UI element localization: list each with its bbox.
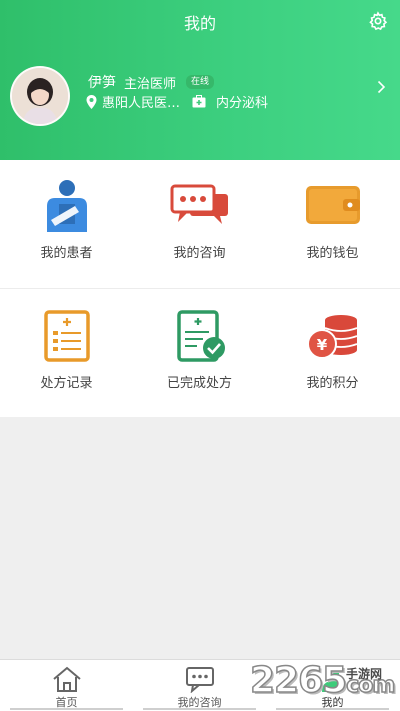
function-grid: 我的患者 我的咨询 我的钱包 处方记录 已完成处方 ¥ 我的积分 xyxy=(0,160,400,417)
location-pin-icon xyxy=(86,94,97,109)
grid-label-wallet: 我的钱包 xyxy=(306,246,359,261)
grid-label-consultations: 我的咨询 xyxy=(173,246,226,261)
tab-underline xyxy=(276,708,389,710)
doctor-title: 主治医师 xyxy=(124,76,177,92)
doctor-info-row: 惠阳人民医… 内分泌科 xyxy=(86,92,268,111)
completed-prescription-icon xyxy=(176,310,225,362)
department-name: 内分泌科 xyxy=(216,96,269,111)
medical-kit-icon xyxy=(192,95,206,108)
tab-underline xyxy=(10,708,123,710)
chat-bubbles-icon xyxy=(170,184,228,224)
status-badge: 在线 xyxy=(186,75,215,89)
home-icon xyxy=(52,666,81,692)
avatar[interactable] xyxy=(10,66,70,126)
gear-icon[interactable] xyxy=(368,11,388,31)
tab-home[interactable]: 首页 xyxy=(0,660,133,711)
grid-label-patients: 我的患者 xyxy=(40,246,93,261)
wallet-icon xyxy=(305,186,360,224)
chevron-right-icon[interactable] xyxy=(377,80,386,94)
tab-consultations[interactable]: 我的咨询 xyxy=(133,660,266,711)
profile-header: 我的 伊笋 主治医师 在线 惠阳人民医… 内分泌科 xyxy=(0,0,400,160)
grid-item-completed-prescriptions[interactable]: 已完成处方 xyxy=(133,310,266,391)
grid-label-prescription-records: 处方记录 xyxy=(40,376,93,391)
hospital-name: 惠阳人民医… xyxy=(102,96,181,111)
patient-icon xyxy=(46,180,87,232)
grid-item-wallet[interactable]: 我的钱包 xyxy=(266,180,399,261)
page-title: 我的 xyxy=(183,14,216,33)
grid-label-points: 我的积分 xyxy=(306,376,359,391)
grid-item-patients[interactable]: 我的患者 xyxy=(0,180,133,261)
grid-item-points[interactable]: ¥ 我的积分 xyxy=(266,310,399,391)
tab-underline xyxy=(143,708,256,710)
avatar-photo xyxy=(12,68,68,124)
grid-item-prescription-records[interactable]: 处方记录 xyxy=(0,310,133,391)
svg-text:¥: ¥ xyxy=(316,336,327,354)
doctor-name-row: 伊笋 主治医师 在线 xyxy=(88,72,215,92)
grid-item-consultations[interactable]: 我的咨询 xyxy=(133,180,266,261)
grid-label-completed-prescriptions: 已完成处方 xyxy=(166,376,232,391)
prescription-record-icon xyxy=(43,310,90,362)
coins-icon: ¥ xyxy=(306,315,357,359)
chat-icon xyxy=(185,667,214,693)
site-watermark-label: 手游网 xyxy=(346,667,383,681)
doctor-name: 伊笋 xyxy=(88,75,116,91)
grid-divider xyxy=(0,288,400,289)
